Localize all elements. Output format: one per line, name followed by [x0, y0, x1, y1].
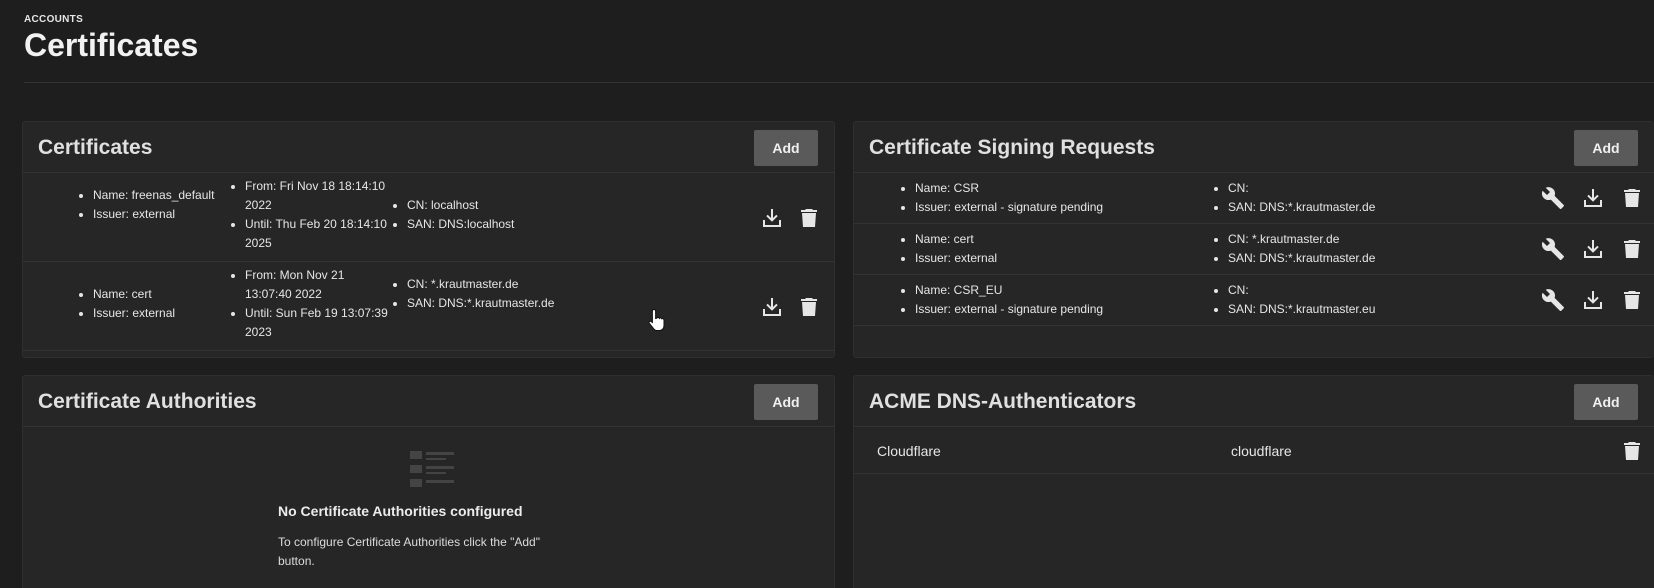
download-icon[interactable]	[1581, 237, 1605, 261]
csr-issuer: Issuer: external - signature pending	[915, 198, 1209, 217]
acme-authenticator: cloudflare	[1231, 443, 1292, 459]
certificate-issuer: Issuer: external	[93, 205, 227, 224]
header-divider	[24, 82, 1654, 83]
csr-name: Name: CSR_EU	[915, 281, 1209, 300]
page-header: ACCOUNTS Certificates	[24, 14, 1630, 64]
csr-name: Name: CSR	[915, 179, 1209, 198]
add-authority-button[interactable]: Add	[754, 384, 818, 420]
acme-name: Cloudflare	[877, 443, 941, 459]
certificate-date-list: From: Fri Nov 18 18:14:10 2022 Until: Th…	[229, 177, 389, 253]
authorities-card-title: Certificate Authorities	[38, 390, 257, 413]
certificate-issuer: Issuer: external	[93, 304, 227, 323]
certificate-row: Name: freenas_default Issuer: external F…	[23, 173, 834, 262]
certificates-card-header: Certificates Add	[23, 122, 834, 173]
add-csr-button[interactable]: Add	[1574, 130, 1638, 166]
delete-icon[interactable]	[1620, 288, 1644, 312]
csr-name-list: Name: CSR Issuer: external - signature p…	[899, 179, 1209, 217]
wrench-icon[interactable]	[1541, 186, 1565, 210]
acme-card: ACME DNS-Authenticators Add Cloudflare c…	[853, 375, 1654, 588]
csr-cn-list: CN: SAN: DNS:*.krautmaster.eu	[1212, 281, 1522, 319]
certificate-cn: CN: localhost	[407, 196, 591, 215]
certificate-row: Name: cert Issuer: external From: Mon No…	[23, 262, 834, 351]
csr-row: Name: CSR Issuer: external - signature p…	[854, 173, 1654, 224]
csr-cn-list: CN: SAN: DNS:*.krautmaster.de	[1212, 179, 1522, 217]
certificate-name: Name: freenas_default	[93, 186, 227, 205]
delete-icon[interactable]	[797, 206, 821, 230]
delete-icon[interactable]	[1620, 439, 1644, 463]
certificate-san: SAN: DNS:*.krautmaster.de	[407, 294, 591, 313]
csr-name-list: Name: CSR_EU Issuer: external - signatur…	[899, 281, 1209, 319]
csr-card: Certificate Signing Requests Add Name: C…	[853, 121, 1654, 358]
add-certificate-button[interactable]: Add	[754, 130, 818, 166]
certificates-card-title: Certificates	[38, 136, 153, 159]
delete-icon[interactable]	[797, 295, 821, 319]
certificate-until: Until: Thu Feb 20 18:14:10 2025	[245, 215, 389, 253]
breadcrumb: ACCOUNTS	[24, 14, 84, 25]
csr-card-title: Certificate Signing Requests	[869, 136, 1155, 159]
wrench-icon[interactable]	[1541, 288, 1565, 312]
wrench-icon[interactable]	[1541, 237, 1565, 261]
download-icon[interactable]	[1581, 186, 1605, 210]
csr-san: SAN: DNS:*.krautmaster.eu	[1228, 300, 1522, 319]
csr-san: SAN: DNS:*.krautmaster.de	[1228, 198, 1522, 217]
authorities-card-header: Certificate Authorities Add	[23, 376, 834, 427]
csr-row: Name: CSR_EU Issuer: external - signatur…	[854, 275, 1654, 326]
add-acme-button[interactable]: Add	[1574, 384, 1638, 420]
certificate-until: Until: Sun Feb 19 13:07:39 2023	[245, 304, 389, 342]
certificate-name-list: Name: cert Issuer: external	[77, 285, 227, 323]
certificate-name-list: Name: freenas_default Issuer: external	[77, 186, 227, 224]
download-icon[interactable]	[1581, 288, 1605, 312]
csr-row: Name: cert Issuer: external CN: *.krautm…	[854, 224, 1654, 275]
download-icon[interactable]	[760, 295, 784, 319]
download-icon[interactable]	[760, 206, 784, 230]
page-title: Certificates	[24, 27, 199, 63]
csr-cn-list: CN: *.krautmaster.de SAN: DNS:*.krautmas…	[1212, 230, 1522, 268]
delete-icon[interactable]	[1620, 186, 1644, 210]
certificate-date-list: From: Mon Nov 21 13:07:40 2022 Until: Su…	[229, 266, 389, 342]
certificate-from: From: Fri Nov 18 18:14:10 2022	[245, 177, 389, 215]
empty-state-text: To configure Certificate Authorities cli…	[278, 535, 540, 568]
csr-issuer: Issuer: external - signature pending	[915, 300, 1209, 319]
certificate-cn-list: CN: localhost SAN: DNS:localhost	[391, 196, 591, 234]
certificates-card: Certificates Add Name: freenas_default I…	[22, 121, 835, 358]
csr-cn: CN:	[1228, 179, 1522, 198]
certificate-cn: CN: *.krautmaster.de	[407, 275, 591, 294]
delete-icon[interactable]	[1620, 237, 1644, 261]
certificate-cn-list: CN: *.krautmaster.de SAN: DNS:*.krautmas…	[391, 275, 591, 313]
empty-state-title: No Certificate Authorities configured	[278, 503, 523, 519]
csr-san: SAN: DNS:*.krautmaster.de	[1228, 249, 1522, 268]
csr-card-header: Certificate Signing Requests Add	[854, 122, 1654, 173]
certificate-name: Name: cert	[93, 285, 227, 304]
certificate-from: From: Mon Nov 21 13:07:40 2022	[245, 266, 389, 304]
hand-cursor-icon	[648, 308, 666, 332]
csr-name: Name: cert	[915, 230, 1209, 249]
authorities-card: Certificate Authorities Add No Certifica…	[22, 375, 835, 588]
csr-name-list: Name: cert Issuer: external	[899, 230, 1209, 268]
certificate-san: SAN: DNS:localhost	[407, 215, 591, 234]
csr-cn: CN: *.krautmaster.de	[1228, 230, 1522, 249]
acme-card-header: ACME DNS-Authenticators Add	[854, 376, 1654, 427]
acme-card-title: ACME DNS-Authenticators	[869, 390, 1137, 413]
csr-cn: CN:	[1228, 281, 1522, 300]
acme-row: Cloudflare cloudflare	[854, 427, 1654, 474]
csr-issuer: Issuer: external	[915, 249, 1209, 268]
list-icon	[410, 451, 454, 487]
